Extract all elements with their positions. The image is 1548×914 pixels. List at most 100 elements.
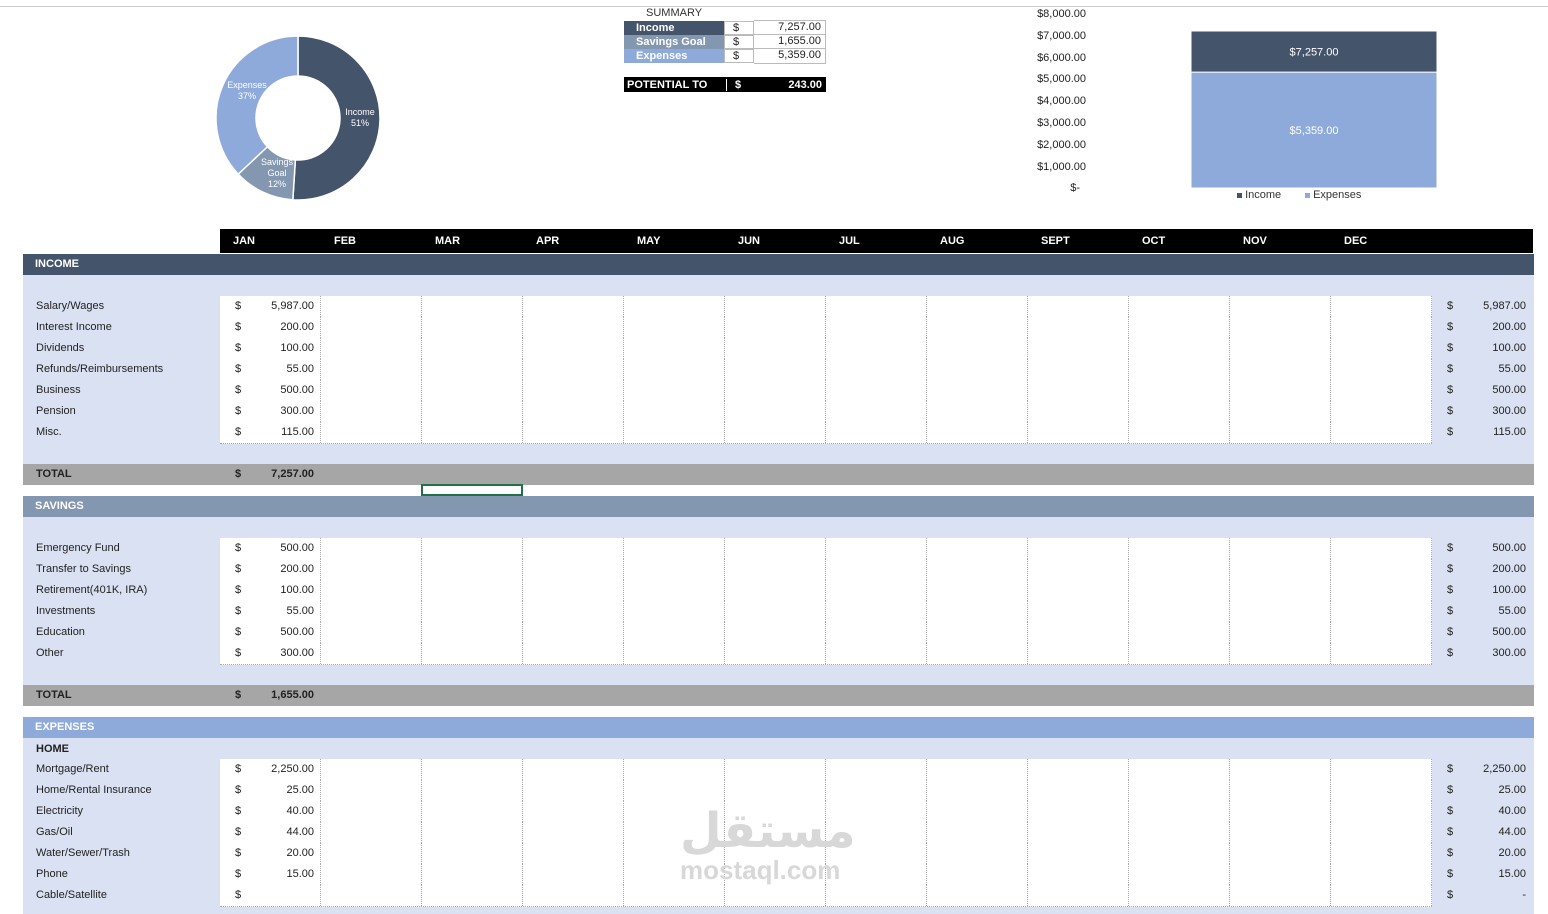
month-cell[interactable]	[725, 885, 826, 906]
month-cell[interactable]	[1230, 296, 1331, 317]
month-cell[interactable]	[725, 601, 826, 622]
month-cell[interactable]	[1028, 885, 1129, 906]
month-cell[interactable]	[1028, 380, 1129, 401]
month-aug[interactable]: AUG	[940, 229, 964, 253]
month-cell[interactable]	[1230, 759, 1331, 780]
month-cell[interactable]	[725, 401, 826, 422]
month-cell[interactable]	[1129, 601, 1230, 622]
income-row[interactable]: Misc. $ 115.00 $ 115.00	[23, 422, 1534, 444]
month-cell[interactable]	[725, 780, 826, 801]
month-cell[interactable]	[927, 801, 1028, 822]
month-cell[interactable]	[523, 559, 624, 580]
month-cell[interactable]	[1331, 822, 1432, 843]
month-cell[interactable]	[422, 843, 523, 864]
month-cell[interactable]	[826, 538, 927, 559]
month-cell[interactable]	[1129, 864, 1230, 885]
month-cell[interactable]	[1331, 601, 1432, 622]
month-jun[interactable]: JUN	[738, 229, 760, 253]
month-cell[interactable]	[1230, 401, 1331, 422]
month-cell[interactable]	[1331, 422, 1432, 443]
month-cell[interactable]	[1129, 843, 1230, 864]
month-cell[interactable]	[321, 422, 422, 443]
month-cell[interactable]	[523, 864, 624, 885]
month-cell[interactable]	[321, 580, 422, 601]
income-row[interactable]: Refunds/Reimbursements $ 55.00 $ 55.00	[23, 359, 1534, 381]
savings-row[interactable]: Other $ 300.00 $ 300.00	[23, 643, 1534, 665]
month-cell[interactable]	[321, 643, 422, 664]
month-cell[interactable]	[826, 601, 927, 622]
month-cell[interactable]	[523, 801, 624, 822]
month-cell[interactable]	[422, 401, 523, 422]
savings-row[interactable]: Investments $ 55.00 $ 55.00	[23, 601, 1534, 623]
month-cell[interactable]	[1028, 622, 1129, 643]
income-row[interactable]: Business $ 500.00 $ 500.00	[23, 380, 1534, 402]
month-cell[interactable]	[1028, 864, 1129, 885]
month-cell[interactable]	[321, 843, 422, 864]
month-cell[interactable]	[725, 296, 826, 317]
month-cell[interactable]	[927, 559, 1028, 580]
month-may[interactable]: MAY	[637, 229, 660, 253]
savings-total-row[interactable]: TOTAL $ 1,655.00	[23, 685, 1534, 706]
month-cell[interactable]	[1129, 359, 1230, 380]
month-cell[interactable]	[1230, 601, 1331, 622]
month-cell[interactable]	[523, 601, 624, 622]
month-cell[interactable]	[624, 296, 725, 317]
month-cell[interactable]	[927, 759, 1028, 780]
month-cell[interactable]	[321, 538, 422, 559]
month-cell[interactable]	[422, 643, 523, 664]
month-cell[interactable]	[1129, 317, 1230, 338]
month-cell[interactable]	[1129, 401, 1230, 422]
month-cell[interactable]	[1028, 759, 1129, 780]
month-cell[interactable]	[1331, 338, 1432, 359]
month-cell[interactable]	[523, 643, 624, 664]
month-cell[interactable]	[927, 822, 1028, 843]
month-cell[interactable]	[1331, 317, 1432, 338]
month-cell[interactable]	[523, 401, 624, 422]
month-cell[interactable]	[1028, 843, 1129, 864]
month-cell[interactable]	[321, 401, 422, 422]
month-cell[interactable]	[1028, 801, 1129, 822]
month-cell[interactable]	[826, 401, 927, 422]
month-cell[interactable]	[927, 864, 1028, 885]
month-cell[interactable]	[826, 422, 927, 443]
savings-row[interactable]: Education $ 500.00 $ 500.00	[23, 622, 1534, 644]
month-cell[interactable]	[1129, 338, 1230, 359]
month-cell[interactable]	[1331, 296, 1432, 317]
month-cell[interactable]	[725, 643, 826, 664]
month-cell[interactable]	[1129, 643, 1230, 664]
month-cell[interactable]	[927, 296, 1028, 317]
month-cell[interactable]	[1230, 801, 1331, 822]
month-cell[interactable]	[826, 622, 927, 643]
month-cell[interactable]	[321, 380, 422, 401]
month-cell[interactable]	[422, 538, 523, 559]
month-cell[interactable]	[826, 296, 927, 317]
income-row[interactable]: Pension $ 300.00 $ 300.00	[23, 401, 1534, 423]
month-cell[interactable]	[1230, 864, 1331, 885]
month-cell[interactable]	[624, 317, 725, 338]
month-cell[interactable]	[1230, 559, 1331, 580]
month-cell[interactable]	[321, 359, 422, 380]
month-cell[interactable]	[1028, 643, 1129, 664]
month-cell[interactable]	[422, 801, 523, 822]
month-cell[interactable]	[523, 622, 624, 643]
month-cell[interactable]	[826, 885, 927, 906]
month-cell[interactable]	[1230, 843, 1331, 864]
month-cell[interactable]	[321, 317, 422, 338]
month-dec[interactable]: DEC	[1344, 229, 1367, 253]
month-cell[interactable]	[1129, 296, 1230, 317]
month-cell[interactable]	[1230, 643, 1331, 664]
potential-row[interactable]: POTENTIAL TO $ 243.00	[624, 77, 826, 92]
month-cell[interactable]	[624, 422, 725, 443]
month-cell[interactable]	[523, 780, 624, 801]
month-cell[interactable]	[1129, 380, 1230, 401]
month-cell[interactable]	[523, 380, 624, 401]
month-cell[interactable]	[1230, 822, 1331, 843]
month-cell[interactable]	[422, 885, 523, 906]
month-cell[interactable]	[1028, 780, 1129, 801]
month-cell[interactable]	[523, 422, 624, 443]
month-cell[interactable]	[1028, 317, 1129, 338]
summary-row-2[interactable]: Expenses $ 5,359.00	[624, 48, 826, 64]
month-cell[interactable]	[1129, 780, 1230, 801]
month-cell[interactable]	[1028, 296, 1129, 317]
summary-row-1[interactable]: Savings Goal $ 1,655.00	[624, 34, 826, 50]
